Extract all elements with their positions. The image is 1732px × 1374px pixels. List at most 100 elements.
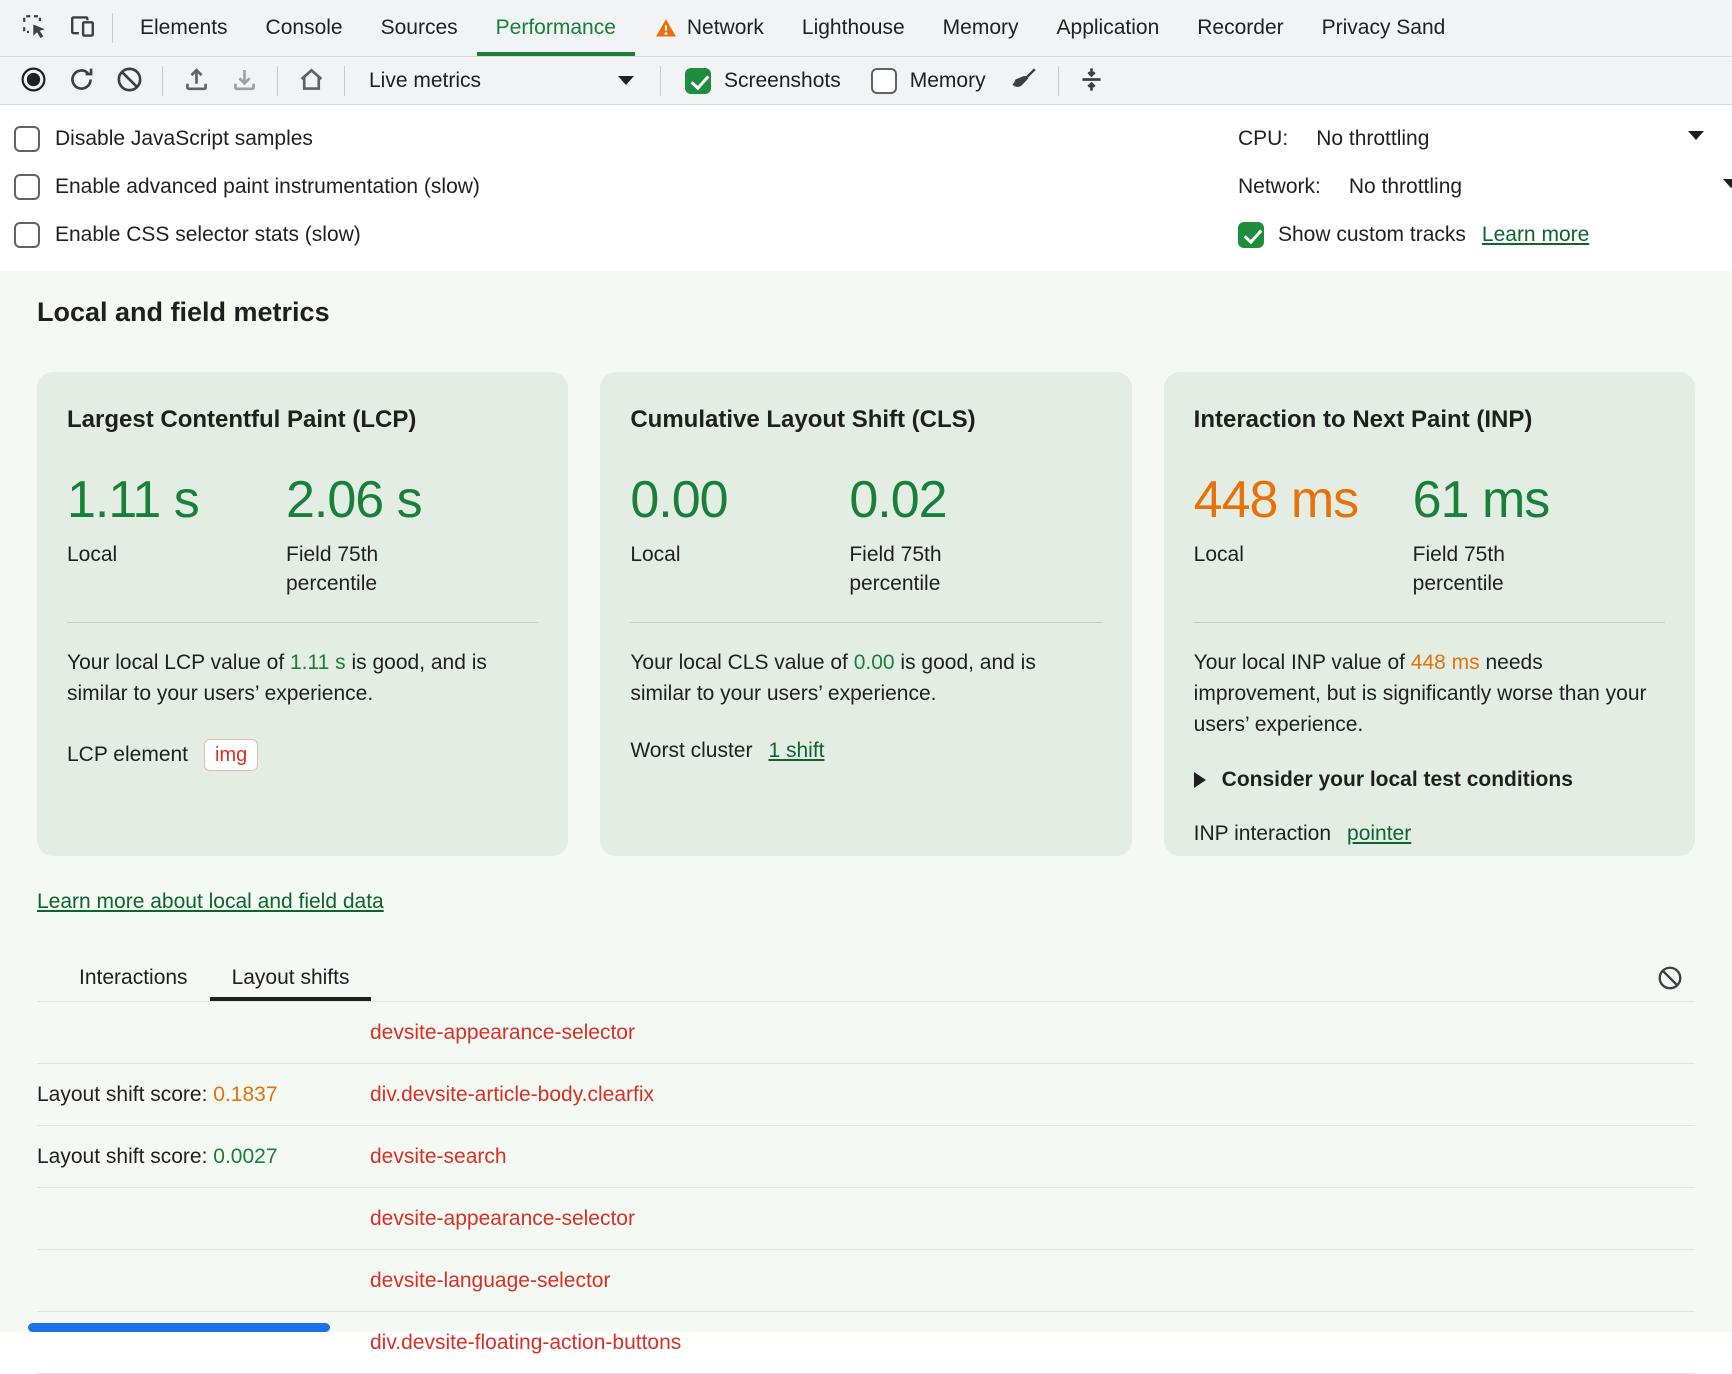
- layout-shift-row[interactable]: div.devsite-floating-action-buttons: [37, 1312, 1695, 1374]
- cls-card: Cumulative Layout Shift (CLS) 0.00 Local…: [600, 372, 1131, 856]
- disable-js-samples-checkbox[interactable]: [14, 126, 40, 152]
- shift-node-cell: devsite-appearance-selector: [370, 1207, 635, 1231]
- chevron-down-icon[interactable]: [1688, 131, 1704, 140]
- tab-lighthouse[interactable]: Lighthouse: [783, 0, 924, 56]
- clear-button[interactable]: [106, 61, 152, 101]
- shift-node-cell: devsite-appearance-selector: [370, 1021, 635, 1045]
- device-toolbar-button[interactable]: [60, 7, 104, 49]
- custom-tracks-learn-more-link[interactable]: Learn more: [1482, 223, 1589, 247]
- network-throttling-select[interactable]: No throttling: [1349, 175, 1462, 199]
- cls-card-title: Cumulative Layout Shift (CLS): [630, 406, 1101, 434]
- node-link[interactable]: div.devsite-article-body.clearfix: [370, 1083, 654, 1106]
- lcp-local-value: 1.11 s: [67, 470, 270, 530]
- shift-score-value: 0.1837: [213, 1083, 277, 1106]
- tab-recorder[interactable]: Recorder: [1178, 0, 1302, 56]
- advanced-paint-label: Enable advanced paint instrumentation (s…: [55, 175, 480, 199]
- download-icon: [230, 65, 259, 97]
- record-button[interactable]: [10, 61, 56, 101]
- advanced-paint-checkbox[interactable]: [14, 174, 40, 200]
- lcp-desc-prefix: Your local LCP value of: [67, 651, 290, 674]
- tab-application[interactable]: Application: [1038, 0, 1179, 56]
- show-custom-tracks-checkbox[interactable]: [1238, 222, 1264, 248]
- tab-memory[interactable]: Memory: [924, 0, 1038, 56]
- lcp-element-node-link[interactable]: img: [204, 739, 258, 771]
- tab-privacy-sandbox[interactable]: Privacy Sand: [1303, 0, 1465, 56]
- inp-field-value: 61 ms: [1413, 470, 1616, 530]
- tab-layout-shifts[interactable]: Layout shifts: [210, 954, 372, 1001]
- memory-checkbox[interactable]: [871, 68, 897, 94]
- inp-local-column: 448 ms Local: [1194, 470, 1413, 598]
- load-profile-button[interactable]: [173, 61, 219, 101]
- layout-shift-row[interactable]: devsite-appearance-selector: [37, 1002, 1695, 1064]
- horizontal-scrollbar-thumb[interactable]: [28, 1323, 330, 1332]
- tab-sources[interactable]: Sources: [362, 0, 477, 56]
- live-metrics-home-button[interactable]: [288, 61, 334, 101]
- tab-label: Performance: [496, 16, 616, 40]
- network-throttling-row: Network: No throttling: [1238, 163, 1732, 211]
- shift-node-cell: devsite-language-selector: [370, 1269, 610, 1293]
- arrows-to-line-icon: [1077, 65, 1106, 97]
- record-and-reload-button[interactable]: [58, 61, 104, 101]
- node-link[interactable]: devsite-appearance-selector: [370, 1207, 635, 1230]
- css-selector-stats-label: Enable CSS selector stats (slow): [55, 223, 361, 247]
- tab-label: Memory: [943, 16, 1019, 40]
- tab-label: Console: [266, 16, 343, 40]
- node-link[interactable]: devsite-language-selector: [370, 1269, 610, 1292]
- inp-interaction-link[interactable]: pointer: [1347, 822, 1411, 846]
- toolbar-separator: [1058, 66, 1059, 96]
- card-divider: [1194, 622, 1665, 623]
- save-profile-button[interactable]: [221, 61, 267, 101]
- memory-checkbox-row[interactable]: Memory: [857, 68, 1000, 94]
- inspect-icon: [20, 12, 49, 44]
- cpu-throttling-select[interactable]: No throttling: [1316, 127, 1429, 151]
- performance-settings: Disable JavaScript samples Enable advanc…: [0, 105, 1732, 271]
- inp-desc-value: 448 ms: [1411, 651, 1480, 674]
- local-field-data-learn-more-link[interactable]: Learn more about local and field data: [37, 890, 384, 913]
- inspect-element-button[interactable]: [12, 7, 56, 49]
- layout-shift-row[interactable]: Layout shift score: 0.1837 div.devsite-a…: [37, 1064, 1695, 1126]
- memory-label: Memory: [910, 69, 986, 93]
- clear-log-button[interactable]: [1653, 962, 1687, 996]
- throttling-settings: CPU: No throttling Network: No throttlin…: [1238, 115, 1732, 259]
- tab-console[interactable]: Console: [247, 0, 362, 56]
- cls-field-value: 0.02: [849, 470, 1052, 530]
- broom-icon: [1010, 65, 1039, 97]
- screenshots-checkbox[interactable]: [685, 68, 711, 94]
- cls-worst-cluster-label: Worst cluster: [630, 739, 752, 763]
- view-mode-dropdown[interactable]: Live metrics: [355, 61, 650, 101]
- layout-shift-row[interactable]: devsite-appearance-selector: [37, 1188, 1695, 1250]
- circle-slash-icon: [1656, 964, 1684, 995]
- cls-worst-cluster-link[interactable]: 1 shift: [768, 739, 824, 763]
- tab-label: Elements: [140, 16, 228, 40]
- show-custom-tracks-label: Show custom tracks: [1278, 223, 1466, 247]
- tab-elements[interactable]: Elements: [121, 0, 247, 56]
- toolbar-separator: [162, 66, 163, 96]
- node-link[interactable]: devsite-search: [370, 1145, 507, 1168]
- inp-field-label: Field 75th percentile: [1413, 540, 1563, 598]
- chevron-down-icon[interactable]: [1723, 179, 1732, 188]
- lcp-desc-value: 1.11 s: [290, 651, 346, 674]
- lcp-element-label: LCP element: [67, 743, 188, 767]
- devtools-tabbar: Elements Console Sources Performance Net…: [0, 0, 1732, 57]
- layout-shift-row[interactable]: devsite-language-selector: [37, 1250, 1695, 1312]
- screenshots-checkbox-row[interactable]: Screenshots: [671, 68, 855, 94]
- shift-score-value: 0.0027: [213, 1145, 277, 1168]
- local-test-conditions-disclosure[interactable]: Consider your local test conditions: [1194, 768, 1665, 792]
- metrics-heading: Local and field metrics: [37, 297, 1695, 328]
- device-toolbar-icon: [68, 12, 97, 44]
- performance-toolbar: Live metrics Screenshots Memory: [0, 57, 1732, 105]
- tab-performance[interactable]: Performance: [477, 0, 635, 56]
- collapse-sections-button[interactable]: [1069, 61, 1115, 101]
- node-link[interactable]: devsite-appearance-selector: [370, 1021, 635, 1044]
- collect-garbage-button[interactable]: [1002, 61, 1048, 101]
- inp-card: Interaction to Next Paint (INP) 448 ms L…: [1164, 372, 1695, 856]
- inp-card-title: Interaction to Next Paint (INP): [1194, 406, 1665, 434]
- toolbar-separator: [660, 66, 661, 96]
- cls-description: Your local CLS value of 0.00 is good, an…: [630, 647, 1101, 709]
- node-link[interactable]: div.devsite-floating-action-buttons: [370, 1331, 681, 1354]
- tab-label: Layout shifts: [232, 966, 350, 990]
- layout-shift-row[interactable]: Layout shift score: 0.0027 devsite-searc…: [37, 1126, 1695, 1188]
- css-selector-stats-checkbox[interactable]: [14, 222, 40, 248]
- tab-interactions[interactable]: Interactions: [57, 954, 210, 1001]
- tab-network[interactable]: Network: [635, 0, 783, 56]
